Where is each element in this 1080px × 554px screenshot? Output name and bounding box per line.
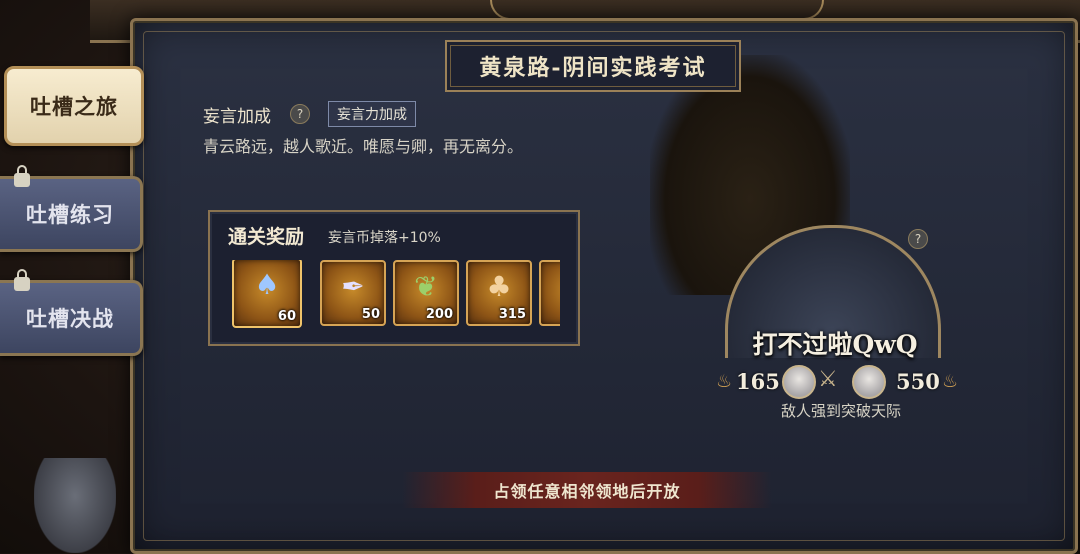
tab-label: 吐槽决战	[26, 306, 114, 331]
stage-description: 青云路远，越人歌近。唯愿与卿，再无离分。	[203, 137, 524, 156]
enemy-note: 敌人强到突破天际	[780, 402, 901, 420]
question-icon[interactable]: ?	[908, 229, 928, 249]
enemy-power: 550	[896, 369, 940, 394]
page-title: 黄泉路-阴间实践考试	[445, 40, 741, 92]
flame-icon: ♨	[716, 371, 733, 392]
question-icon[interactable]: ?	[290, 104, 310, 124]
reward-subtitle: 妄言币掉落+10%	[328, 230, 441, 246]
power-comparison: ♨ 165 ⚔ 550 ♨	[716, 365, 966, 399]
roof-ornament	[490, 0, 824, 20]
item-count: 315	[498, 307, 526, 322]
bonus-badge: 妄言力加成	[328, 101, 416, 127]
tab-label: 吐槽之旅	[30, 94, 118, 119]
boss-name: 打不过啦QwQ	[752, 330, 918, 359]
enemy-avatar	[852, 365, 886, 399]
bonus-label: 妄言加成	[203, 107, 271, 127]
gold-orb-icon: ●	[541, 270, 561, 303]
reward-item[interactable]: ♠ 60	[232, 260, 302, 328]
blue-flame-spirit-icon: ♠	[254, 268, 280, 301]
rooster-icon: ♣	[486, 270, 512, 303]
item-count: 200	[425, 307, 453, 322]
item-count: 50	[361, 307, 380, 322]
reward-title: 通关奖励	[228, 226, 305, 248]
lock-icon	[14, 165, 30, 187]
tab-showdown[interactable]: 吐槽决战	[0, 269, 143, 356]
tab-label: 吐槽练习	[26, 202, 114, 227]
reward-item[interactable]: ✒ 50	[320, 260, 386, 326]
item-count: 60	[277, 309, 296, 324]
reward-item[interactable]: ♣ 315	[466, 260, 532, 326]
tab-journey[interactable]: 吐槽之旅	[4, 66, 144, 146]
flame-icon: ♨	[942, 371, 959, 392]
reward-item[interactable]: ❦ 200	[393, 260, 459, 326]
lock-icon	[14, 269, 30, 291]
player-power: 165	[736, 369, 780, 394]
unlock-requirement-banner: 占领任意相邻领地后开放	[402, 472, 772, 508]
mascot-character	[34, 458, 116, 553]
herb-leaf-icon: ❦	[414, 270, 438, 303]
feather-icon: ✒	[341, 270, 365, 303]
reward-panel: 通关奖励 妄言币掉落+10% ♠ 60 ✒ 50 ❦ 200 ♣ 315 ● 1…	[208, 210, 580, 346]
reward-items: ♠ 60 ✒ 50 ❦ 200 ♣ 315 ● 10	[230, 260, 560, 330]
tab-practice[interactable]: 吐槽练习	[0, 165, 143, 252]
reward-item[interactable]: ● 10	[539, 260, 560, 326]
crossed-swords-icon: ⚔	[818, 367, 838, 392]
player-avatar	[782, 365, 816, 399]
